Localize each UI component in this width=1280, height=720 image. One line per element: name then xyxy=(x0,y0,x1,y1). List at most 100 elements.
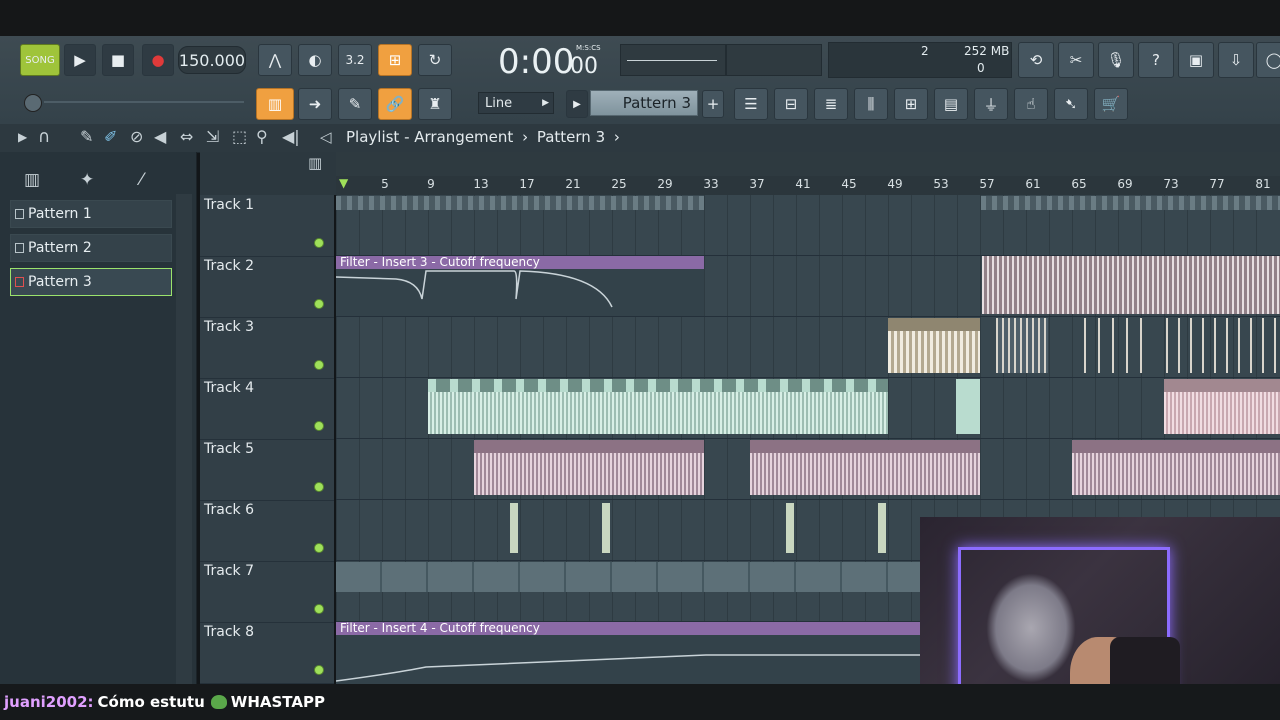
metronome-button[interactable]: ⋀ xyxy=(258,44,292,76)
plugin-database-button[interactable]: ▤ xyxy=(934,88,968,120)
song-mode-button[interactable]: SONG xyxy=(20,44,60,76)
track-mute-led[interactable] xyxy=(314,299,324,309)
automation-clip[interactable]: Filter - Insert 4 - Cutoff frequency xyxy=(336,622,920,684)
mute-icon[interactable]: ◀ xyxy=(154,127,166,146)
channel-rack-button[interactable]: ≣ xyxy=(814,88,848,120)
one-click-audio-button[interactable]: ➷ xyxy=(1054,88,1088,120)
audio-clip[interactable] xyxy=(1166,318,1280,373)
tempo-display[interactable]: 150.000 xyxy=(178,46,246,74)
countdown-button[interactable]: 3.2 xyxy=(338,44,372,76)
track-mute-led[interactable] xyxy=(314,543,324,553)
magnet-icon[interactable]: ∩ xyxy=(38,127,50,147)
menu-arrow-icon[interactable]: ▶ xyxy=(18,130,27,144)
select-icon[interactable]: ⬚ xyxy=(232,127,247,146)
audio-clip-picker-icon[interactable]: ✦ xyxy=(80,170,94,190)
slip-icon[interactable]: ⇔ xyxy=(180,127,193,146)
audio-clip[interactable] xyxy=(956,379,980,434)
playhead-marker[interactable]: ▼ xyxy=(339,176,348,190)
pencil-icon[interactable]: ✎ xyxy=(80,127,93,146)
audio-clip[interactable] xyxy=(1164,379,1280,434)
track-mute-led[interactable] xyxy=(314,421,324,431)
track-header-8[interactable]: Track 8 xyxy=(200,622,334,684)
track-header-1[interactable]: Track 1 xyxy=(200,195,334,257)
timeline-ruler[interactable]: ▼ 5 9 13 17 21 25 29 33 37 41 45 49 53 5… xyxy=(336,176,1280,195)
brush-icon[interactable]: ✐ xyxy=(104,127,117,146)
audio-clip[interactable] xyxy=(786,503,794,553)
pattern-selector[interactable]: Pattern 3 xyxy=(590,90,698,116)
automation-picker-icon[interactable]: ⁄ xyxy=(140,170,143,190)
audio-clip[interactable] xyxy=(474,440,704,495)
pattern-picker-icon[interactable]: ▥ xyxy=(24,170,40,190)
mixer-button[interactable]: ⫼ xyxy=(854,88,888,120)
track-header-6[interactable]: Track 6 xyxy=(200,500,334,562)
pattern-item[interactable]: Pattern 1 xyxy=(10,200,172,228)
playlist-button[interactable]: ☰ xyxy=(734,88,768,120)
record-button[interactable]: ● xyxy=(142,44,174,76)
arrow-tool-button[interactable]: ➜ xyxy=(298,88,332,120)
track-mute-led[interactable] xyxy=(314,360,324,370)
slice-icon[interactable]: ⇲ xyxy=(206,127,219,146)
pattern-clip[interactable] xyxy=(336,196,704,210)
touch-controller-button[interactable]: ☝ xyxy=(1014,88,1048,120)
audio-clip[interactable] xyxy=(1072,318,1150,373)
bar-number: 53 xyxy=(933,177,949,191)
pattern-item[interactable]: Pattern 2 xyxy=(10,234,172,262)
loop-record-button[interactable]: ↻ xyxy=(418,44,452,76)
draw-tool-button[interactable]: ✎ xyxy=(338,88,372,120)
wait-for-input-button[interactable]: ◐ xyxy=(298,44,332,76)
shop-button[interactable]: 🛒 xyxy=(1094,88,1128,120)
audio-recording-button[interactable]: 🎙 xyxy=(1098,42,1134,78)
pattern-item-selected[interactable]: Pattern 3 xyxy=(10,268,172,296)
link-button[interactable]: 🔗 xyxy=(378,88,412,120)
save-button[interactable]: ▣ xyxy=(1178,42,1214,78)
stop-button[interactable]: ■ xyxy=(102,44,134,76)
master-volume-knob[interactable] xyxy=(24,94,42,112)
typing-keyboard-button[interactable]: ♜ xyxy=(418,88,452,120)
piano-roll-window-button[interactable]: ⊟ xyxy=(774,88,808,120)
pattern-mode-icon[interactable]: ▥ xyxy=(308,154,322,172)
audio-clip[interactable] xyxy=(996,318,1048,373)
news-button[interactable]: ◯ xyxy=(1256,42,1280,78)
zoom-icon[interactable]: ⚲ xyxy=(256,127,268,146)
pattern-icon xyxy=(15,277,24,287)
piano-roll-button[interactable]: ▥ xyxy=(256,88,294,120)
track-header-5[interactable]: Track 5 xyxy=(200,439,334,501)
track-mute-led[interactable] xyxy=(314,604,324,614)
pattern-clip[interactable] xyxy=(981,196,1280,210)
track-header-3[interactable]: Track 3 xyxy=(200,317,334,379)
plugin-picker-button[interactable]: ⏚ xyxy=(974,88,1008,120)
project-browser-button[interactable]: ⊞ xyxy=(894,88,928,120)
audio-clip[interactable] xyxy=(982,256,1280,314)
track-mute-led[interactable] xyxy=(314,238,324,248)
playback-icon[interactable]: ◀| xyxy=(282,127,300,146)
delete-icon[interactable]: ⊘ xyxy=(130,127,143,146)
audio-clip[interactable] xyxy=(750,440,980,495)
pattern-clip[interactable] xyxy=(336,562,920,592)
audio-clip[interactable] xyxy=(510,503,518,553)
audio-clip[interactable] xyxy=(602,503,610,553)
track-header-2[interactable]: Track 2 xyxy=(200,256,334,318)
pattern-icon xyxy=(15,243,24,253)
add-pattern-button[interactable]: + xyxy=(702,90,724,118)
pattern-prev-button[interactable]: ▶ xyxy=(566,90,588,118)
track-mute-led[interactable] xyxy=(314,665,324,675)
play-button[interactable]: ▶ xyxy=(64,44,96,76)
picker-scrollbar[interactable] xyxy=(176,194,192,684)
track-header-7[interactable]: Track 7 xyxy=(200,561,334,623)
audio-clip[interactable] xyxy=(878,503,886,553)
audio-clip[interactable] xyxy=(888,318,980,373)
help-button[interactable]: ? xyxy=(1138,42,1174,78)
master-pitch-slider[interactable] xyxy=(44,101,244,103)
snap-selector[interactable]: Line ▶ xyxy=(478,92,554,114)
chat-icon: ◯ xyxy=(1265,51,1280,69)
audio-clip[interactable] xyxy=(428,379,888,434)
bar-number: 21 xyxy=(565,177,581,191)
cut-tool-button[interactable]: ✂ xyxy=(1058,42,1094,78)
undo-button[interactable]: ⟲ xyxy=(1018,42,1054,78)
automation-clip[interactable]: Filter - Insert 3 - Cutoff frequency xyxy=(336,256,704,316)
export-button[interactable]: ⇩ xyxy=(1218,42,1254,78)
track-mute-led[interactable] xyxy=(314,482,324,492)
step-edit-button[interactable]: ⊞ xyxy=(378,44,412,76)
audio-clip[interactable] xyxy=(1072,440,1280,495)
track-header-4[interactable]: Track 4 xyxy=(200,378,334,440)
